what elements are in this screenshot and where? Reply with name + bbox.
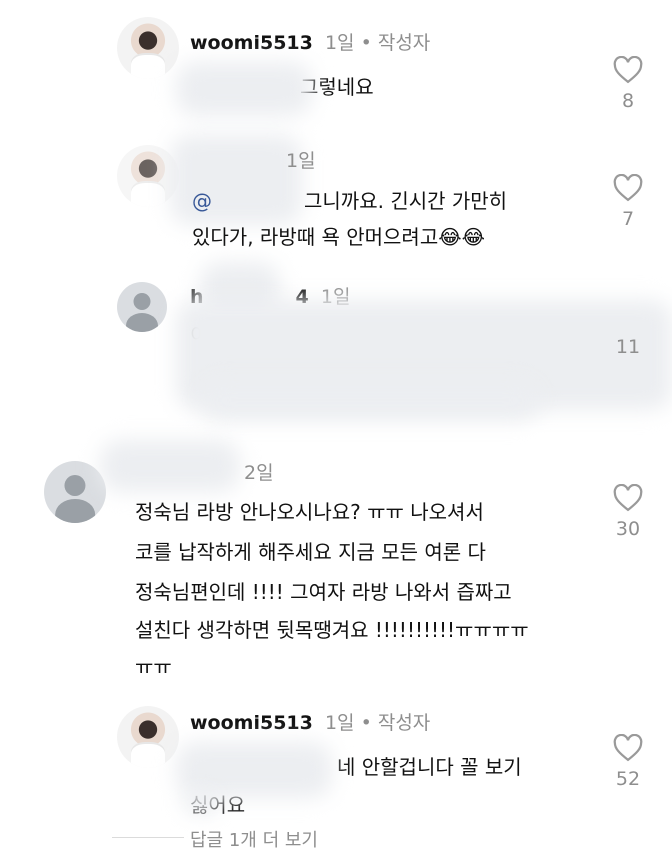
comment-text-line-1: 정숙님 라방 안나오시나요? ㅠㅠ 나오셔서 [135, 500, 484, 524]
avatar[interactable] [117, 706, 179, 768]
comment-meta: 2일 [244, 458, 274, 485]
avatar[interactable] [117, 282, 167, 332]
like-count: 7 [621, 208, 635, 230]
separator-dot: • [360, 712, 372, 734]
redaction-blur [176, 62, 312, 116]
comment-text-line-5: ㅠㅠ [135, 655, 172, 679]
like-count: 52 [615, 768, 641, 790]
timestamp: 1일 [286, 150, 316, 172]
comment-meta: 1일 [286, 146, 316, 173]
mention-link[interactable]: @ [192, 189, 212, 213]
comment-meta: woomi5513 1일 • 작성자 [190, 708, 430, 735]
comment-line-2: 있다가, 라방때 욕 안머으려고 [192, 225, 439, 249]
like-button[interactable]: 7 [608, 174, 648, 230]
like-button[interactable]: 52 [608, 734, 648, 790]
laughing-emoji-icon: 😂😂 [438, 225, 485, 249]
avatar[interactable] [117, 17, 179, 79]
avatar[interactable] [44, 461, 106, 523]
comment-text-line-2: 있다가, 라방때 욕 안머으려고😂😂 [192, 220, 485, 254]
comment-meta: woomi5513 1일 • 작성자 [190, 28, 430, 55]
redaction-blur [200, 380, 540, 420]
like-button[interactable]: 8 [608, 56, 648, 112]
timestamp: 1일 [324, 712, 355, 734]
redaction-blur [176, 742, 332, 798]
timestamp: 2일 [244, 462, 274, 484]
comment-text-line-4: 설친다 생각하면 뒷목땡겨요 !!!!!!!!!!ㅠㅠㅠㅠ [135, 618, 529, 642]
like-button[interactable]: 30 [608, 484, 648, 540]
comment-text-line-3: 정숙님편인데 !!!! 그여자 라방 나와서 즙짜고 [135, 580, 512, 604]
heart-outline-icon [613, 734, 643, 762]
redaction-blur [184, 792, 218, 814]
timestamp: 1일 [324, 32, 355, 54]
user-silhouette-icon [133, 293, 151, 310]
comment-line-1: 그니까요. 긴시간 가만히 [304, 189, 508, 213]
author-badge: 작성자 [377, 712, 431, 734]
redaction-blur [100, 440, 240, 492]
heart-outline-icon [613, 56, 643, 84]
comment-text: @ 그니까요. 긴시간 가만히 [192, 184, 507, 218]
heart-outline-icon [613, 174, 643, 202]
separator-dot: • [360, 32, 372, 54]
comment-text-line-2: 코를 납작하게 해주세요 지금 모든 여론 다 [135, 540, 486, 564]
user-silhouette-icon [64, 474, 86, 496]
author-badge: 작성자 [377, 32, 431, 54]
like-button[interactable]: 11 [608, 308, 648, 358]
username[interactable]: woomi5513 [190, 712, 313, 734]
comment-text-line-1: 네 안할겁니다 꼴 보기 [337, 755, 522, 779]
view-more-replies-button[interactable]: 답글 1개 더 보기 [190, 826, 318, 852]
replies-divider [112, 837, 184, 838]
like-count: 8 [621, 90, 635, 112]
like-count: 11 [615, 336, 641, 358]
heart-outline-icon [613, 484, 643, 512]
like-count: 30 [615, 518, 641, 540]
username[interactable]: woomi5513 [190, 32, 313, 54]
